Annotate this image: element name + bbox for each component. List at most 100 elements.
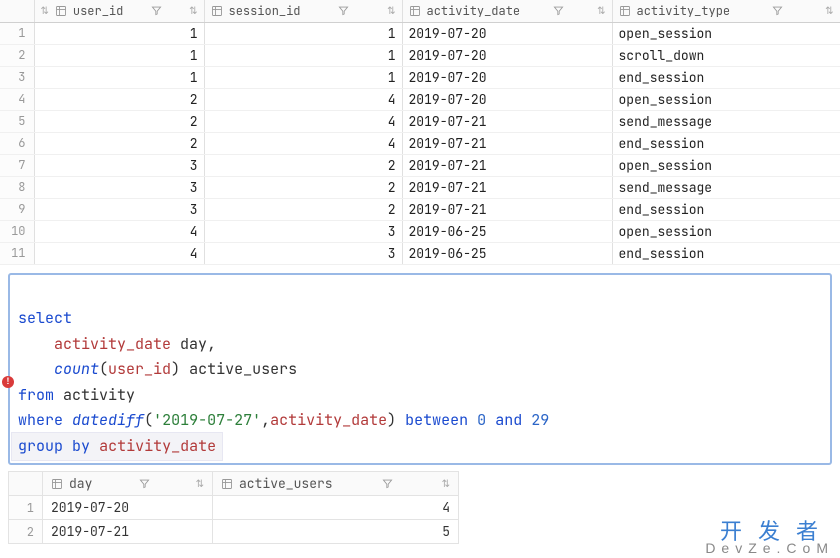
table-row[interactable]: 10432019-06-25open_session [0, 220, 840, 242]
activity-table-header-row: ⇅ user_id ⇅ [0, 0, 840, 22]
cell-day[interactable]: 2019-07-20 [43, 496, 213, 520]
activity-table[interactable]: ⇅ user_id ⇅ [0, 0, 840, 265]
cell-activity-type[interactable]: end_session [612, 66, 840, 88]
sort-icon[interactable]: ⇅ [825, 6, 833, 16]
table-row[interactable]: 3112019-07-20end_session [0, 66, 840, 88]
cell-session-id[interactable]: 4 [204, 88, 402, 110]
table-row[interactable]: 1112019-07-20open_session [0, 22, 840, 44]
filter-icon[interactable] [139, 478, 150, 489]
cell-activity-date[interactable]: 2019-06-25 [402, 220, 612, 242]
row-number: 9 [0, 198, 34, 220]
cell-day[interactable]: 2019-07-21 [43, 520, 213, 544]
filter-icon[interactable] [772, 5, 783, 16]
sql-table-ref: activity [63, 385, 135, 405]
cell-activity-date[interactable]: 2019-07-21 [402, 132, 612, 154]
col-header-label: activity_type [637, 3, 731, 19]
table-row[interactable]: 12019-07-204 [9, 496, 459, 520]
cell-activity-type[interactable]: send_message [612, 176, 840, 198]
cell-activity-date[interactable]: 2019-07-21 [402, 110, 612, 132]
sort-icon[interactable]: ⇅ [597, 6, 605, 16]
cell-user-id[interactable]: 2 [34, 110, 204, 132]
col-header-label: day [69, 475, 92, 492]
cell-active-users[interactable]: 5 [213, 520, 459, 544]
row-number-header [9, 472, 43, 496]
filter-icon[interactable] [338, 5, 349, 16]
table-row[interactable]: 8322019-07-21send_message [0, 176, 840, 198]
cell-activity-date[interactable]: 2019-06-25 [402, 242, 612, 264]
sort-icon[interactable]: ⇅ [41, 6, 49, 16]
cell-activity-type[interactable]: end_session [612, 132, 840, 154]
cell-activity-date[interactable]: 2019-07-20 [402, 66, 612, 88]
cell-session-id[interactable]: 1 [204, 66, 402, 88]
result-table[interactable]: day ⇅ active_users [8, 471, 459, 544]
cell-user-id[interactable]: 1 [34, 66, 204, 88]
cell-active-users[interactable]: 4 [213, 496, 459, 520]
cell-activity-date[interactable]: 2019-07-21 [402, 154, 612, 176]
col-header-day[interactable]: day ⇅ [43, 472, 213, 496]
cell-user-id[interactable]: 1 [34, 44, 204, 66]
cell-activity-type[interactable]: scroll_down [612, 44, 840, 66]
error-gutter-icon[interactable]: ! [2, 376, 14, 388]
cell-session-id[interactable]: 1 [204, 44, 402, 66]
cell-session-id[interactable]: 4 [204, 132, 402, 154]
cell-activity-date[interactable]: 2019-07-20 [402, 88, 612, 110]
cell-activity-type[interactable]: open_session [612, 154, 840, 176]
sort-icon[interactable]: ⇅ [196, 479, 204, 489]
cell-activity-type[interactable]: end_session [612, 242, 840, 264]
table-row[interactable]: 5242019-07-21send_message [0, 110, 840, 132]
cell-user-id[interactable]: 1 [34, 22, 204, 44]
cell-session-id[interactable]: 1 [204, 22, 402, 44]
cell-activity-date[interactable]: 2019-07-21 [402, 176, 612, 198]
cell-activity-type[interactable]: open_session [612, 88, 840, 110]
col-header-user-id[interactable]: ⇅ user_id ⇅ [34, 0, 204, 22]
cell-activity-type[interactable]: open_session [612, 220, 840, 242]
cell-user-id[interactable]: 2 [34, 88, 204, 110]
cell-session-id[interactable]: 3 [204, 220, 402, 242]
table-row[interactable]: 2112019-07-20scroll_down [0, 44, 840, 66]
col-header-activity-date[interactable]: activity_date ⇅ [402, 0, 612, 22]
cell-activity-type[interactable]: end_session [612, 198, 840, 220]
cell-user-id[interactable]: 3 [34, 198, 204, 220]
table-row[interactable]: 11432019-06-25end_session [0, 242, 840, 264]
cell-activity-date[interactable]: 2019-07-20 [402, 22, 612, 44]
col-header-label: active_users [239, 475, 333, 492]
cell-session-id[interactable]: 3 [204, 242, 402, 264]
cell-user-id[interactable]: 4 [34, 220, 204, 242]
cell-activity-date[interactable]: 2019-07-21 [402, 198, 612, 220]
row-number: 4 [0, 88, 34, 110]
cell-session-id[interactable]: 2 [204, 176, 402, 198]
col-header-active-users[interactable]: active_users ⇅ [213, 472, 459, 496]
cell-session-id[interactable]: 2 [204, 198, 402, 220]
table-row[interactable]: 9322019-07-21end_session [0, 198, 840, 220]
cell-activity-type[interactable]: send_message [612, 110, 840, 132]
table-row[interactable]: 7322019-07-21open_session [0, 154, 840, 176]
row-number: 5 [0, 110, 34, 132]
row-number: 11 [0, 242, 34, 264]
sort-icon[interactable]: ⇅ [387, 6, 395, 16]
sql-keyword: where [18, 410, 63, 430]
col-header-label: activity_date [427, 3, 521, 19]
cell-user-id[interactable]: 3 [34, 176, 204, 198]
filter-icon[interactable] [382, 478, 393, 489]
cell-user-id[interactable]: 4 [34, 242, 204, 264]
column-icon [619, 5, 631, 17]
sort-icon[interactable]: ⇅ [442, 479, 450, 489]
sql-lparen: ( [144, 410, 153, 430]
table-row[interactable]: 22019-07-215 [9, 520, 459, 544]
sql-string-literal: '2019-07-27' [153, 410, 261, 430]
row-number-header [0, 0, 34, 22]
col-header-activity-type[interactable]: activity_type ⇅ [612, 0, 840, 22]
table-row[interactable]: 6242019-07-21end_session [0, 132, 840, 154]
table-row[interactable]: 4242019-07-20open_session [0, 88, 840, 110]
filter-icon[interactable] [553, 5, 564, 16]
col-header-session-id[interactable]: session_id ⇅ [204, 0, 402, 22]
filter-icon[interactable] [151, 5, 162, 16]
cell-user-id[interactable]: 3 [34, 154, 204, 176]
sql-editor[interactable]: !select activity_date day, count(user_id… [8, 273, 832, 466]
cell-session-id[interactable]: 4 [204, 110, 402, 132]
cell-activity-type[interactable]: open_session [612, 22, 840, 44]
cell-session-id[interactable]: 2 [204, 154, 402, 176]
sort-icon[interactable]: ⇅ [189, 6, 197, 16]
cell-user-id[interactable]: 2 [34, 132, 204, 154]
cell-activity-date[interactable]: 2019-07-20 [402, 44, 612, 66]
